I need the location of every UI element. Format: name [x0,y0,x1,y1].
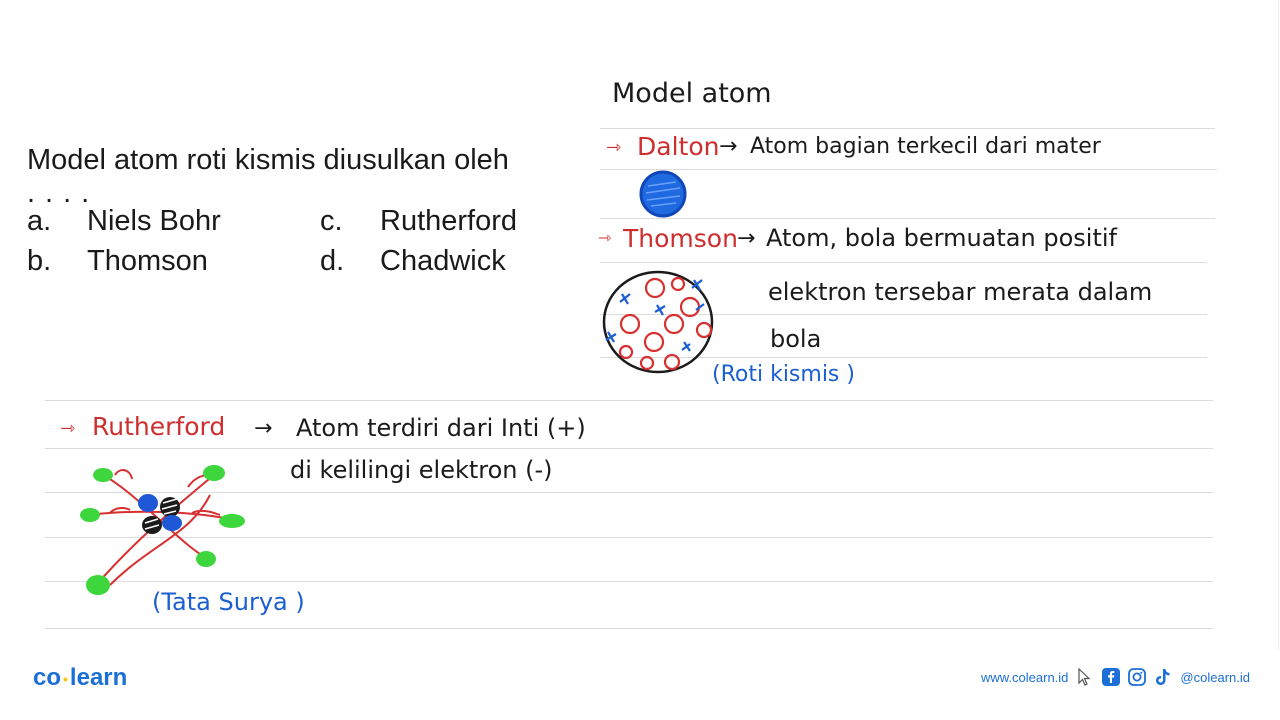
ruled-line [600,169,1217,170]
colearn-logo: co •learn [33,664,127,692]
rutherford-name: Rutherford [92,412,226,441]
thomson-bullet-arrow: ⇾ [598,228,612,247]
thomson-description-2: elektron tersebar merata dalam [768,278,1153,306]
rutherford-bullet-arrow: ⇾ [60,418,76,439]
footer-links: www.colearn.id @colearn.id [981,668,1250,686]
page-edge-divider [1278,0,1279,650]
thomson-nickname: (Roti kismis ) [712,362,855,387]
facebook-icon[interactable] [1102,668,1121,686]
rutherford-arrow: → [254,416,273,441]
option-label-d: Chadwick [380,245,506,277]
notes-title: Model atom [612,78,772,109]
social-handle[interactable]: @colearn.id [1180,670,1250,685]
question-text: Model atom roti kismis diusulkan oleh [27,144,509,176]
answer-options: a. Niels Bohr c. Rutherford b. Thomson d… [27,202,580,280]
thomson-description-3: bola [770,325,822,353]
website-link[interactable]: www.colearn.id [981,670,1068,685]
dalton-name: Dalton [637,132,720,161]
thomson-description-1: Atom, bola bermuatan positif [766,224,1117,252]
ruled-line [600,128,1215,129]
logo-text-learn: learn [69,664,128,691]
dalton-bullet-arrow: ⇾ [606,137,622,158]
option-letter-c: c. [320,205,343,237]
thomson-plum-pudding-drawing [602,270,714,374]
rutherford-description-1: Atom terdiri dari Inti (+) [296,414,586,442]
logo-dot: • [63,670,68,687]
thomson-name: Thomson [623,224,738,253]
thomson-arrow: → [737,226,756,251]
tiktok-icon[interactable] [1154,668,1172,686]
option-label-a: Niels Bohr [87,205,221,237]
dalton-arrow: → [719,134,738,159]
ruled-line [600,262,1207,263]
option-letter-a: a. [27,205,52,237]
dalton-solid-sphere-drawing [639,170,687,218]
ruled-line [600,218,1215,219]
ruled-line [45,400,1213,401]
question-block: Model atom roti kismis diusulkan oleh ..… [27,140,580,280]
cursor-icon [1076,668,1094,686]
instagram-icon[interactable] [1128,668,1147,686]
option-label-c: Rutherford [380,205,518,237]
option-letter-b: b. [27,245,52,277]
ruled-line [45,448,1213,449]
option-letter-d: d. [320,245,345,277]
ruled-line [45,628,1213,629]
dalton-description: Atom bagian terkecil dari mater [750,134,1101,159]
logo-text-co: co [33,664,62,691]
rutherford-description-2: di kelilingi elektron (-) [290,456,553,484]
option-label-b: Thomson [87,245,208,277]
rutherford-solar-system-drawing [80,465,245,595]
